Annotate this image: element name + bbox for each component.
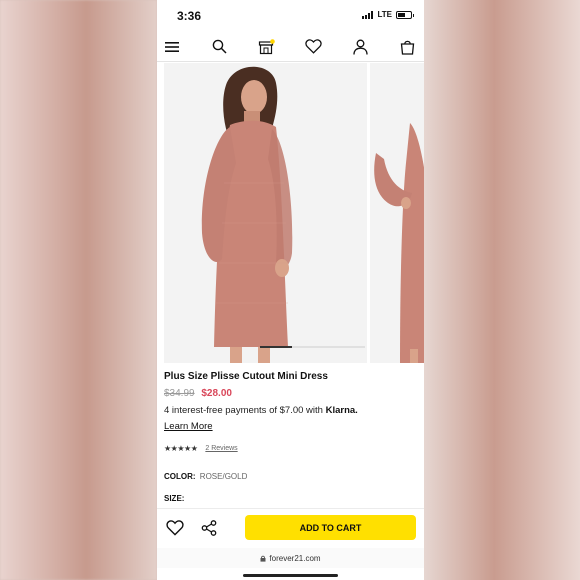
store-icon[interactable]: [257, 38, 275, 56]
wishlist-heart-icon[interactable]: [165, 518, 185, 538]
original-price: $34.99: [164, 388, 195, 399]
color-row: COLOR: ROSE/GOLD: [164, 472, 417, 481]
browser-url-bar[interactable]: forever21.com: [157, 548, 424, 568]
color-value: ROSE/GOLD: [199, 472, 248, 481]
product-title: Plus Size Plisse Cutout Mini Dress: [164, 371, 328, 382]
status-time: 3:36: [177, 9, 202, 23]
share-icon[interactable]: [199, 518, 219, 538]
background-blur-left: [0, 0, 157, 580]
product-image-main[interactable]: [164, 63, 367, 363]
account-icon[interactable]: [351, 38, 369, 56]
product-image-carousel[interactable]: [157, 63, 424, 363]
carousel-progress-bar: [260, 346, 365, 348]
klarna-logo: Klarna.: [325, 405, 358, 416]
top-nav: [157, 32, 424, 62]
battery-icon: [396, 10, 414, 19]
status-bar: 3:36 LTE: [157, 0, 424, 32]
phone-screen: 3:36 LTE Plus Size Plisse Cutout Mini Dr…: [157, 0, 424, 580]
product-info: Plus Size Plisse Cutout Mini Dress $34.9…: [157, 363, 424, 503]
installments-text: 4 interest-free payments of $7.00 with K…: [164, 405, 417, 416]
bottom-action-bar: ADD TO CART: [157, 508, 424, 546]
star-rating-icon: ★★★★★: [164, 444, 198, 453]
shopping-bag-icon[interactable]: [398, 38, 416, 56]
price-row: $34.99 $28.00: [164, 388, 417, 399]
product-image-next[interactable]: [370, 63, 424, 363]
installments-label: 4 interest-free payments of $7.00 with: [164, 405, 326, 416]
search-icon[interactable]: [210, 38, 228, 56]
status-indicators: LTE: [362, 10, 414, 19]
lock-icon: [260, 555, 266, 562]
wishlist-heart-icon[interactable]: [304, 38, 322, 56]
reviews-link[interactable]: 2 Reviews: [205, 445, 237, 452]
color-label: COLOR:: [164, 472, 196, 481]
carousel-progress-fill: [260, 346, 292, 348]
menu-icon[interactable]: [163, 38, 181, 56]
home-indicator[interactable]: [243, 574, 338, 577]
sale-price: $28.00: [201, 388, 232, 399]
url-text: forever21.com: [269, 553, 321, 563]
network-label: LTE: [377, 10, 392, 19]
add-to-cart-button[interactable]: ADD TO CART: [245, 515, 416, 540]
rating-row: ★★★★★ 2 Reviews: [164, 444, 417, 453]
size-label: SIZE:: [164, 494, 185, 503]
learn-more-link[interactable]: Learn More: [164, 421, 213, 432]
background-blur-right: [424, 0, 580, 580]
signal-icon: [362, 10, 374, 19]
